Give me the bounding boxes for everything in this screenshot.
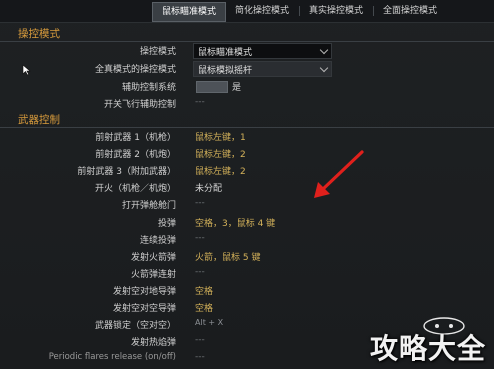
red-annotation-arrow	[314, 150, 364, 198]
controls-settings-screen: 鼠标瞄准模式 简化操控模式 真实操控模式 全面操控模式 操控模式 操控模式 鼠标…	[0, 0, 494, 369]
watermark-text: 攻略大全	[369, 332, 486, 365]
